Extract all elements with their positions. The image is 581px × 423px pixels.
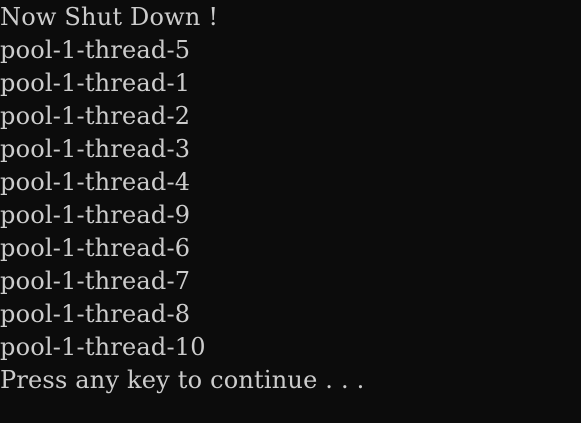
console-line-thread-name: pool-1-thread-8 — [0, 300, 191, 328]
console-line-continue-prompt: Press any key to continue . . . — [0, 366, 365, 394]
console-line-thread-name: pool-1-thread-9 — [0, 201, 191, 229]
console-line-thread-name: pool-1-thread-10 — [0, 333, 206, 361]
console-line-thread-name: pool-1-thread-3 — [0, 135, 191, 163]
console-line-thread-name: pool-1-thread-5 — [0, 36, 191, 64]
console-line-thread-name: pool-1-thread-4 — [0, 168, 191, 196]
console-line-thread-name: pool-1-thread-6 — [0, 234, 191, 262]
console-line-thread-name: pool-1-thread-1 — [0, 69, 191, 97]
console-line-shutdown-message: Now Shut Down ! — [0, 3, 219, 31]
console-line-thread-name: pool-1-thread-2 — [0, 102, 191, 130]
console-output[interactable]: Now Shut Down ! pool-1-thread-5 pool-1-t… — [0, 0, 581, 423]
console-line-thread-name: pool-1-thread-7 — [0, 267, 191, 295]
